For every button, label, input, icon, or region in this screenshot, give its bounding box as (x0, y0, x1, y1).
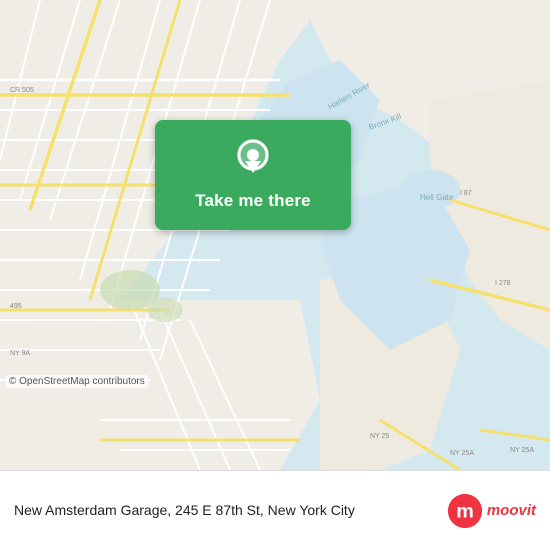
svg-text:I 278: I 278 (495, 280, 511, 287)
svg-text:m: m (456, 500, 474, 522)
take-me-there-label: Take me there (195, 191, 311, 211)
svg-text:Hell Gate: Hell Gate (420, 193, 454, 202)
map-svg: CR 505 495 NY 9A I 87 I 278 NY 25 NY 25A… (0, 0, 550, 470)
svg-text:NY 9A: NY 9A (10, 350, 30, 357)
svg-text:CR 505: CR 505 (10, 87, 34, 94)
moovit-logo: m moovit (447, 493, 536, 529)
location-pin-icon (235, 139, 271, 183)
address-text: New Amsterdam Garage, 245 E 87th St, New… (14, 502, 355, 518)
take-me-there-button[interactable]: Take me there (155, 120, 351, 230)
address-block: New Amsterdam Garage, 245 E 87th St, New… (14, 501, 447, 521)
svg-text:NY 25A: NY 25A (450, 450, 474, 457)
svg-text:I 87: I 87 (460, 190, 472, 197)
bottom-bar: New Amsterdam Garage, 245 E 87th St, New… (0, 470, 550, 550)
svg-text:495: 495 (10, 303, 22, 310)
svg-text:NY 25A: NY 25A (510, 447, 534, 454)
map-attribution: © OpenStreetMap contributors (6, 375, 148, 388)
moovit-icon: m (447, 493, 483, 529)
map-container: CR 505 495 NY 9A I 87 I 278 NY 25 NY 25A… (0, 0, 550, 470)
svg-text:NY 25: NY 25 (370, 433, 389, 440)
moovit-wordmark: moovit (487, 502, 536, 519)
